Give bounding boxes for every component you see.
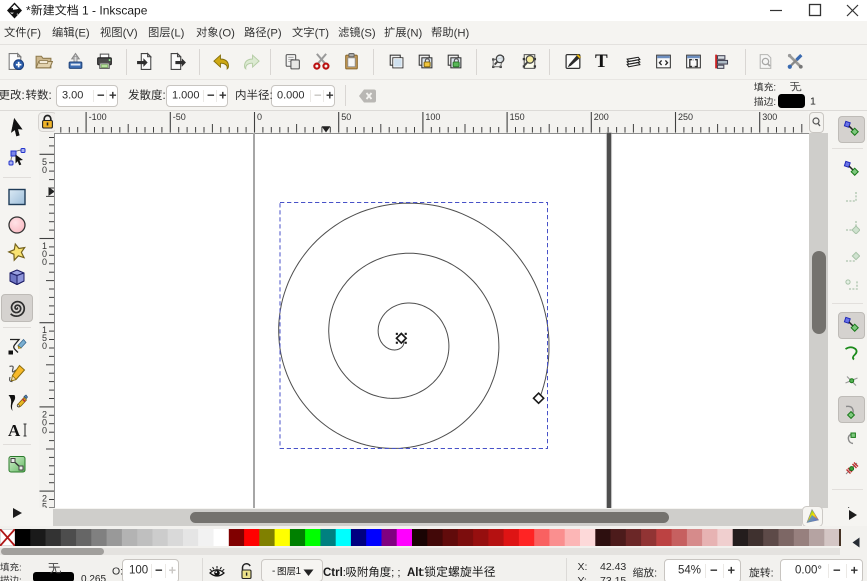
svg-text:0: 0 (42, 341, 47, 351)
svg-text:150: 150 (510, 112, 525, 122)
svg-text:-100: -100 (89, 112, 107, 122)
svg-text:250: 250 (678, 112, 693, 122)
svg-text:0: 0 (42, 425, 47, 435)
svg-text:50: 50 (341, 112, 351, 122)
svg-text:300: 300 (762, 112, 777, 122)
svg-text:0: 0 (257, 112, 262, 122)
svg-text:0: 0 (42, 165, 47, 175)
svg-text:0: 0 (42, 257, 47, 267)
svg-text:-50: -50 (173, 112, 186, 122)
svg-text:A: A (8, 421, 21, 440)
svg-text:100: 100 (425, 112, 440, 122)
svg-text:200: 200 (594, 112, 609, 122)
